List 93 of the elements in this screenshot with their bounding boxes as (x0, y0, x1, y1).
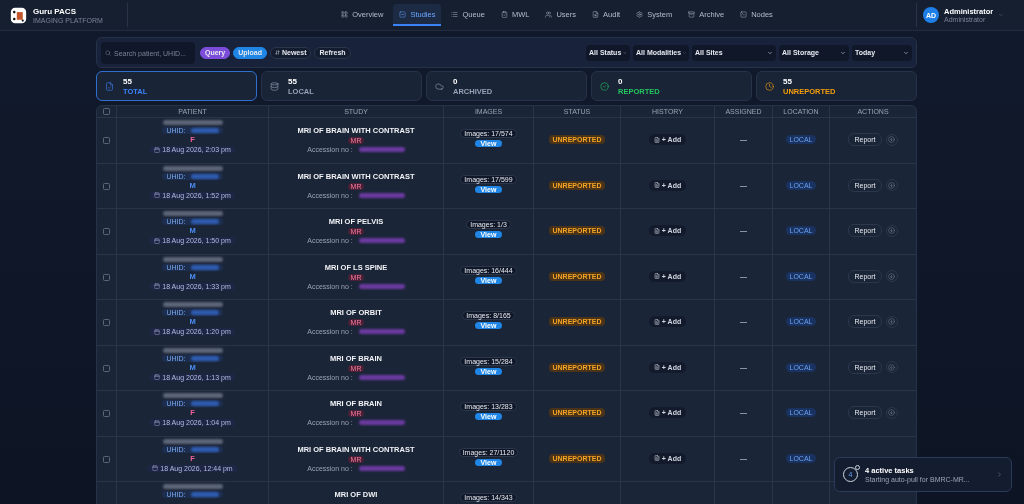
redacted-text (358, 329, 405, 334)
database-icon (270, 81, 279, 91)
calendar-icon (154, 146, 161, 153)
stat-value: 55 (288, 76, 298, 86)
checkbox[interactable] (103, 319, 110, 326)
document-icon (653, 227, 660, 234)
list-icon (451, 10, 459, 18)
brand-name: Guru PACS (33, 6, 77, 16)
cloud-icon (435, 81, 444, 91)
redacted-text (162, 165, 223, 171)
redacted-text (358, 192, 405, 198)
redacted-text (190, 219, 219, 224)
download-button[interactable] (885, 315, 898, 328)
checkbox[interactable] (103, 137, 110, 144)
minus-square-icon (399, 10, 407, 18)
redacted-text (190, 492, 219, 497)
chevron-icon (998, 12, 1005, 18)
clock-icon (765, 81, 774, 91)
document-icon (653, 364, 660, 370)
download-icon (888, 272, 895, 280)
chevron-icon (840, 49, 846, 56)
redacted-text (190, 355, 219, 361)
download-icon (888, 363, 895, 371)
check-circle-icon (600, 81, 609, 91)
settings-icon (636, 10, 644, 18)
redacted-text (358, 465, 405, 471)
redacted-text (190, 310, 219, 315)
redacted-text (190, 128, 219, 133)
download-icon (888, 136, 895, 143)
clipboard-icon (500, 10, 508, 18)
redacted-text (190, 401, 219, 406)
checkbox[interactable] (103, 228, 110, 235)
redacted-text (358, 283, 405, 289)
checkbox[interactable] (103, 410, 110, 417)
calendar-icon (154, 283, 161, 289)
document-icon (653, 455, 660, 461)
calendar-icon (152, 465, 159, 471)
document-check-icon (105, 81, 114, 91)
redacted-text (162, 256, 223, 262)
download-button[interactable] (885, 179, 898, 191)
grid-icon (341, 10, 349, 18)
stat-value: 55 (783, 76, 793, 86)
download-icon (888, 409, 895, 416)
archive-icon (688, 10, 696, 18)
stat-value: 55 (123, 76, 133, 86)
checkbox[interactable] (103, 455, 110, 463)
download-button[interactable] (885, 224, 898, 237)
redacted-text (162, 120, 223, 125)
redacted-text (162, 484, 223, 489)
download-icon (888, 318, 895, 325)
download-icon (888, 227, 895, 234)
search-icon (105, 49, 111, 56)
redacted-text (190, 446, 219, 452)
calendar-icon (154, 419, 161, 426)
download-icon (888, 181, 895, 189)
download-button[interactable] (885, 133, 898, 146)
calendar-icon (154, 237, 161, 244)
chevron-icon (767, 49, 773, 56)
redacted-text (190, 173, 219, 179)
chevron-icon (903, 49, 909, 56)
document-icon (653, 409, 660, 416)
redacted-text (358, 420, 405, 425)
calendar-icon (154, 192, 161, 198)
document-search-icon (592, 10, 600, 18)
download-button[interactable] (885, 270, 898, 282)
users-icon (545, 10, 553, 18)
document-icon (653, 318, 660, 325)
stat-value: 0 (453, 76, 459, 86)
calendar-icon (154, 374, 161, 380)
redacted-text (190, 264, 219, 270)
calendar-icon (154, 328, 161, 335)
redacted-text (162, 211, 223, 216)
logo-icon (10, 6, 27, 24)
document-icon (653, 273, 660, 279)
document-icon (653, 182, 660, 188)
checkbox[interactable] (103, 182, 110, 190)
redacted-text (162, 393, 223, 398)
redacted-text (358, 238, 405, 243)
stat-value: 0 (618, 76, 624, 86)
redacted-text (162, 438, 223, 444)
checkbox[interactable] (103, 364, 110, 372)
redacted-text (162, 347, 223, 353)
sort-icon (274, 50, 280, 55)
download-button[interactable] (885, 361, 898, 373)
checkbox[interactable] (103, 108, 110, 115)
terminal-icon (740, 10, 748, 18)
document-icon (653, 136, 660, 143)
chevron-icon (996, 471, 1003, 478)
redacted-text (358, 147, 405, 152)
redacted-text (358, 374, 405, 380)
redacted-text (162, 302, 223, 307)
download-button[interactable] (885, 406, 898, 419)
checkbox[interactable] (103, 273, 110, 281)
